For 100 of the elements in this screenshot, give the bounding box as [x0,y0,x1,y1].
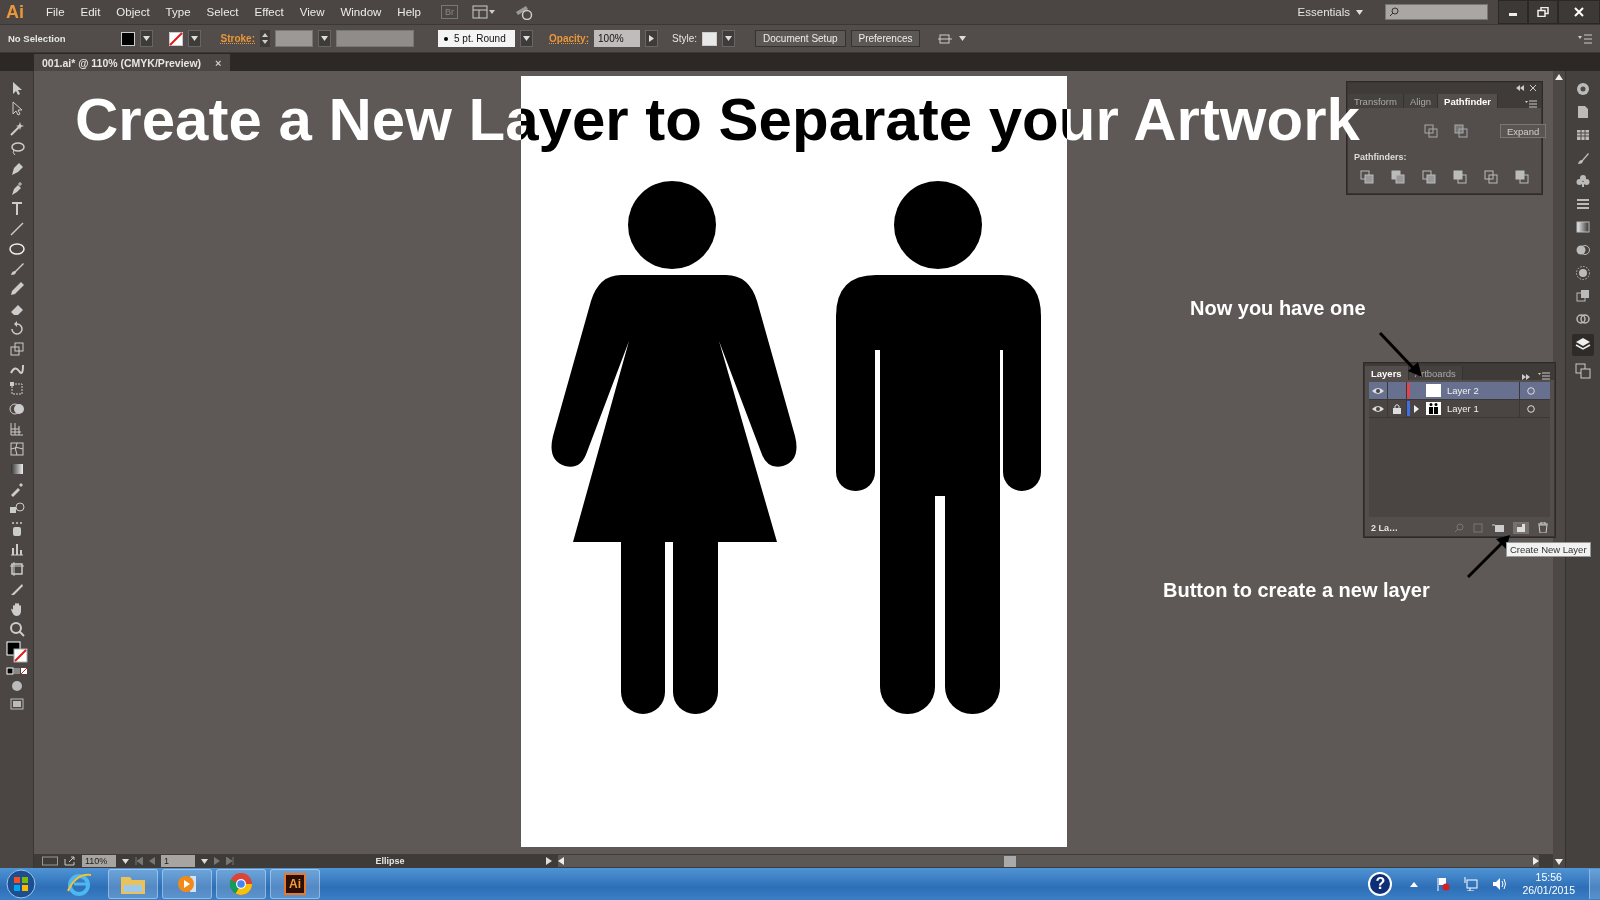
panel-tab[interactable]: Align [1403,94,1439,108]
menu-item[interactable]: Window [332,6,390,18]
fill-stroke-icon[interactable] [5,641,28,663]
brush-icon[interactable] [1575,150,1591,166]
caret-icon[interactable] [122,858,129,864]
pathfinder-icon[interactable] [1422,170,1436,184]
first-page-icon[interactable] [135,857,143,865]
artboards-icon[interactable] [1575,363,1591,379]
layer-row[interactable]: Layer 1 [1369,400,1550,418]
arrange-documents-icon[interactable] [472,5,496,19]
trash-icon[interactable] [1538,522,1548,533]
layer-row[interactable]: Layer 2 [1369,382,1550,400]
mesh-icon[interactable] [8,441,25,457]
close-button[interactable] [1558,0,1600,24]
ellipse-icon[interactable] [8,241,25,257]
pathfinder-icon[interactable] [1515,170,1529,184]
layers-dock-button[interactable] [1572,334,1594,356]
menu-item[interactable]: View [291,6,333,18]
brush-icon[interactable] [8,261,25,277]
lines-icon[interactable] [1575,196,1591,212]
style-dropdown[interactable] [722,30,736,47]
chrome-icon[interactable] [229,872,253,896]
menu-item[interactable]: Help [389,6,429,18]
lock-icon[interactable] [1393,403,1401,414]
ie-icon[interactable] [66,871,92,897]
style-swatch[interactable] [702,31,718,46]
help-button[interactable]: ? [1368,872,1393,896]
artboard-icon[interactable] [8,561,25,577]
caret-icon[interactable] [523,36,530,41]
grid-icon[interactable] [8,421,25,437]
restore-button[interactable] [1528,0,1558,24]
toolbar-button[interactable]: Preferences [850,30,921,47]
media-player-icon[interactable] [176,873,198,895]
flag-icon[interactable] [1436,877,1451,891]
menu-item[interactable]: Object [108,6,158,18]
rotate-icon[interactable] [8,321,25,337]
close-icon[interactable] [1530,85,1536,91]
expand-button[interactable]: Expand [1500,124,1547,138]
zoom-field[interactable]: 110% [82,855,116,867]
caret-icon[interactable] [201,858,208,864]
shape-mode-icon[interactable] [1424,124,1438,138]
circles-icon[interactable] [1575,242,1591,258]
taskbar-button[interactable] [216,869,266,899]
expand-arrow-icon[interactable] [1413,404,1419,413]
scroll-thumb[interactable] [1004,855,1016,867]
clock[interactable]: 15:56 26/01/2015 [1522,871,1575,897]
stroke-dropdown[interactable] [187,30,201,47]
network-icon[interactable] [1464,877,1479,891]
sublayer-icon[interactable] [1492,522,1504,533]
show-hidden-icons[interactable] [1410,881,1419,887]
stroke-weight-dropdown[interactable] [318,30,331,47]
clipping-mask-icon[interactable] [1473,522,1483,533]
eye-icon[interactable] [1372,404,1384,413]
squares-icon[interactable] [1575,288,1591,304]
menu-item[interactable]: File [38,6,73,18]
brush-field[interactable]: 5 pt. Round [438,30,515,47]
view-icon[interactable] [42,856,58,866]
align-options-icon[interactable] [938,31,955,46]
tab-close-button[interactable]: × [215,56,222,69]
opacity-label[interactable]: Opacity: [549,33,589,44]
color-modes-icon[interactable] [5,667,28,675]
brush-dropdown[interactable] [520,30,533,47]
magic-wand-icon[interactable] [8,121,25,137]
pathfinder-icon[interactable] [1391,170,1405,184]
panel-menu-icon[interactable] [1538,372,1550,380]
panel-tab[interactable]: Pathfinder [1438,94,1499,108]
pathfinder-icon[interactable] [1453,170,1467,184]
panel-menu-icon[interactable] [1578,33,1592,44]
caret-icon[interactable] [190,36,198,41]
next-page-icon[interactable] [214,857,220,865]
eye-icon[interactable] [1372,386,1384,395]
club-icon[interactable] [1575,173,1591,189]
page-field[interactable]: 1 [161,855,195,867]
shape-mode-icon[interactable] [1454,124,1468,138]
pathfinder-icon[interactable] [1360,170,1374,184]
caret-icon[interactable] [142,36,150,41]
no-stroke-swatch-icon[interactable] [168,31,183,46]
start-button-icon[interactable] [4,869,38,899]
zoom-icon[interactable] [8,621,25,637]
workspace-switcher[interactable]: Essentials [1297,6,1363,18]
taskbar-button[interactable] [162,869,212,899]
scroll-left-icon[interactable] [558,857,564,865]
illustrator-icon[interactable]: Ai [284,873,306,895]
pencil-icon[interactable] [8,281,25,297]
search-field[interactable] [1385,4,1488,20]
play-icon[interactable] [546,857,552,865]
bar-graph-icon[interactable] [8,541,25,557]
new-layer-button[interactable] [1513,521,1529,534]
opacity-arrow-button[interactable] [645,30,658,47]
shape-builder-icon[interactable] [8,401,25,417]
document-tab[interactable]: 001.ai* @ 110% (CMYK/Preview) × [34,54,230,71]
sun-icon[interactable] [1575,265,1591,281]
previous-page-icon[interactable] [149,857,155,865]
panel-menu-icon[interactable] [1525,100,1537,108]
minimize-button[interactable] [1498,0,1528,24]
speaker-icon[interactable] [1492,877,1507,891]
stroke-weight-field[interactable] [275,30,313,47]
opacity-field[interactable]: 100% [594,30,640,47]
menu-item[interactable]: Type [157,6,199,18]
caret-icon[interactable] [725,36,733,41]
